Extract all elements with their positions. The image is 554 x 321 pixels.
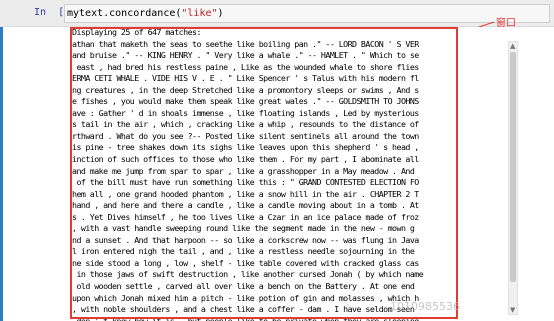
input-cell[interactable]: In [4]: mytext.concordance("like") — [0, 0, 554, 27]
concordance-line: s tail in the air , which , cracking lik… — [72, 119, 419, 130]
code-close-paren: ) — [217, 8, 224, 19]
cell-selection-bar — [0, 0, 3, 321]
output-scrollbar[interactable]: ▲ ▼ — [508, 41, 518, 315]
scroll-up-arrow-icon[interactable]: ▲ — [510, 42, 515, 50]
concordance-line: is pine - tree shakes down its sighs lik… — [72, 142, 419, 153]
concordance-line: e fishes , you would make them speak lik… — [72, 96, 419, 107]
concordance-line: old wooden settle , carved all over like… — [72, 281, 415, 292]
concordance-output: Displaying 25 of 647 matches: athan that … — [72, 27, 454, 321]
concordance-line: inction of such offices to those who lik… — [72, 154, 419, 165]
concordance-line: hem all , one grand hooded phantom , lik… — [72, 188, 419, 199]
concordance-line: ne side stood a long , low , shelf - lik… — [72, 257, 419, 268]
concordance-line: athan that maketh the seas to seethe lik… — [72, 38, 419, 49]
concordance-line: of the bill must have run something like… — [72, 177, 419, 188]
concordance-line: ng creatures , in the deep Stretched lik… — [72, 84, 419, 95]
watermark: 1010985536 — [390, 300, 460, 313]
concordance-line: nd a sunset . And that harpoon -- so lik… — [72, 234, 419, 245]
concordance-line: and make me jump from spar to spar , lik… — [72, 165, 415, 176]
code-call: mytext.concordance( — [67, 8, 182, 19]
code-editor[interactable]: mytext.concordance("like") — [64, 4, 550, 23]
concordance-line: ERMA CETI WHALE . VIDE HIS V . E . " Lik… — [72, 73, 419, 84]
concordance-line: don ' t know how it is , but people like… — [72, 315, 419, 321]
concordance-line: l iron entered nigh the tail , and , lik… — [72, 246, 415, 257]
concordance-line: s . Yet Dives himself , he too lives lik… — [72, 211, 419, 222]
concordance-line: ave : Gather ' d in shoals immense , lik… — [72, 107, 419, 118]
concordance-line: , with a vast handle sweeping round like… — [72, 223, 415, 234]
output-header-line: Displaying 25 of 647 matches: — [72, 27, 201, 37]
concordance-line: hand , and here and there a candle , lik… — [72, 200, 419, 211]
concordance-line: and bruise ." -- KING HENRY . " Very lik… — [72, 50, 419, 61]
concordance-line: in those jaws of swift destruction , lik… — [72, 269, 424, 280]
scroll-down-arrow-icon[interactable]: ▼ — [510, 306, 515, 314]
scrollbar-thumb[interactable] — [510, 52, 516, 282]
concordance-line: rthward . What do you see ?-- Posted lik… — [72, 130, 419, 141]
code-string-arg: "like" — [181, 8, 218, 19]
concordance-line: east , had bred his restless paine , Lik… — [72, 61, 419, 72]
output-area: Displaying 25 of 647 matches: athan that … — [64, 27, 550, 321]
